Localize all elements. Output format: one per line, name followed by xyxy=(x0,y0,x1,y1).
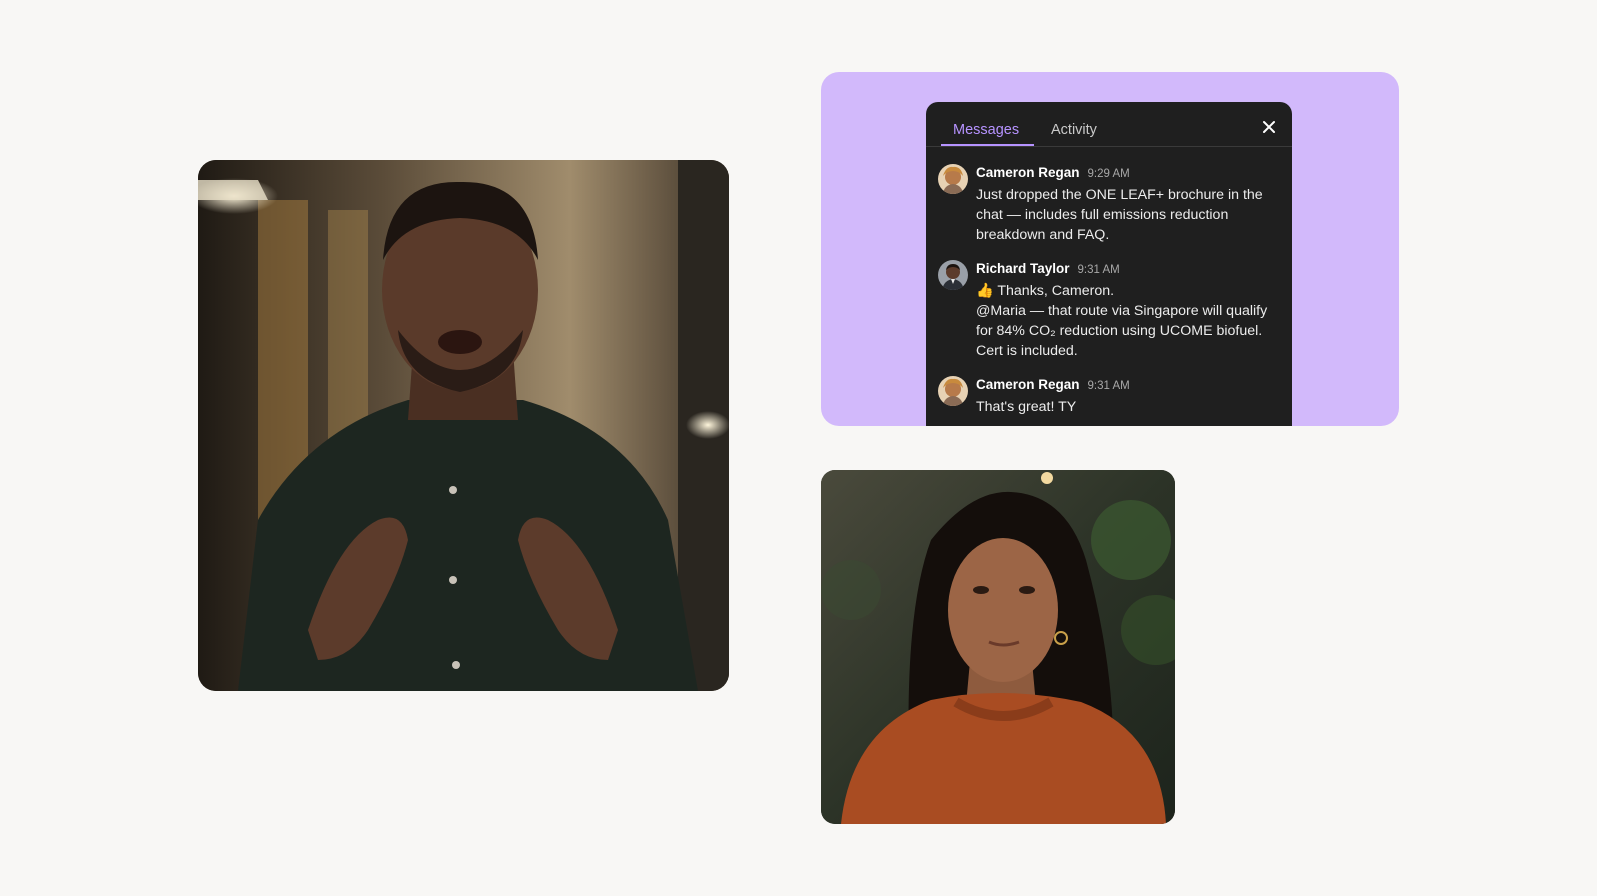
message-time: 9:31 AM xyxy=(1077,264,1120,276)
message-author[interactable]: Cameron Regan xyxy=(976,165,1080,180)
chat-tabs: Messages Activity xyxy=(926,102,1292,147)
message-author[interactable]: Richard Taylor xyxy=(976,261,1070,276)
message-text: 👍 Thanks, Cameron. @Maria — that route v… xyxy=(976,283,1268,359)
message-text: That's great! TY xyxy=(976,399,1077,415)
avatar[interactable] xyxy=(938,376,968,406)
active-tab-indicator xyxy=(941,144,1034,146)
participant-video-frame xyxy=(821,470,1175,824)
video-tile-participant xyxy=(821,470,1175,824)
close-icon[interactable] xyxy=(1260,118,1278,136)
speaker-video-frame xyxy=(198,160,729,691)
chat-card: Messages Activity Cameron Regan 9:29 AM xyxy=(821,72,1399,426)
message-text: Just dropped the ONE LEAF+ brochure in t… xyxy=(976,187,1263,243)
tab-messages[interactable]: Messages xyxy=(953,122,1019,138)
message-author[interactable]: Cameron Regan xyxy=(976,377,1080,392)
chat-panel: Messages Activity Cameron Regan 9:29 AM xyxy=(926,102,1292,426)
avatar[interactable] xyxy=(938,164,968,194)
message-time: 9:31 AM xyxy=(1087,380,1130,392)
avatar[interactable] xyxy=(938,260,968,290)
video-tile-speaker xyxy=(198,160,729,691)
message-time: 9:29 AM xyxy=(1087,168,1130,180)
tab-activity[interactable]: Activity xyxy=(1051,122,1097,138)
